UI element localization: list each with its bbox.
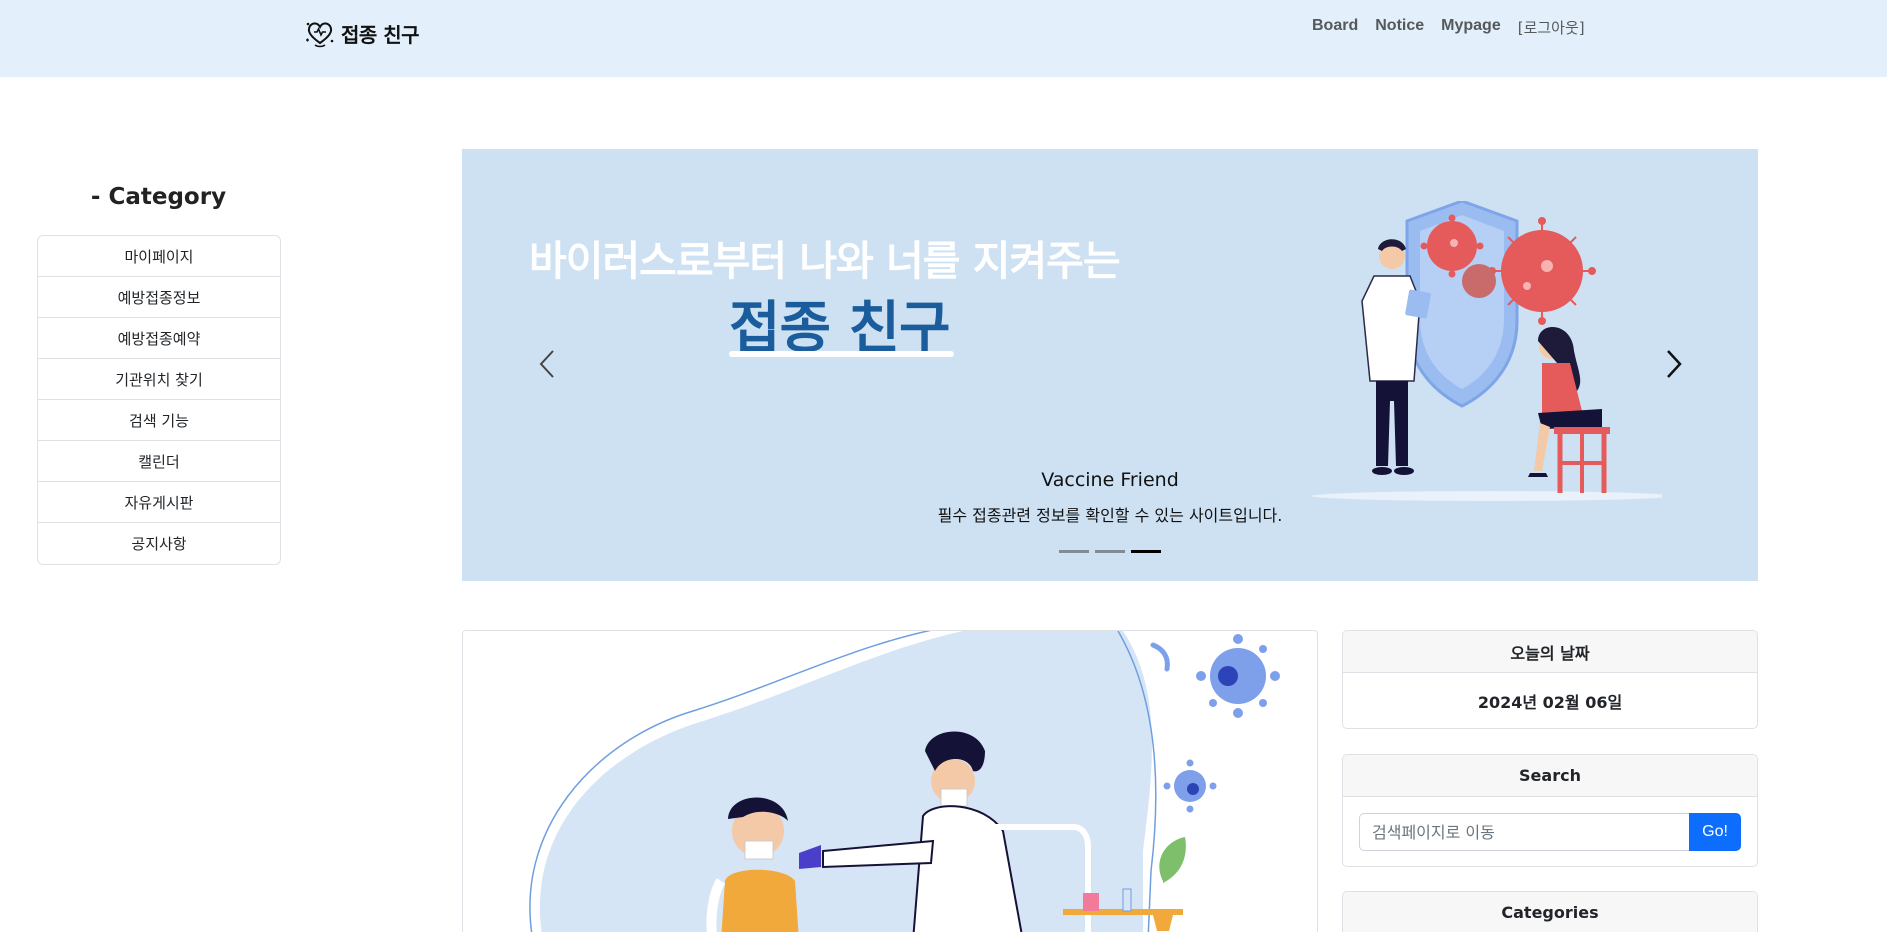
carousel-caption-subtitle: 필수 접종관련 정보를 확인할 수 있는 사이트입니다. bbox=[937, 506, 1283, 525]
featured-card bbox=[462, 630, 1318, 932]
today-date-widget: 오늘의 날짜 2024년 02월 06일 bbox=[1342, 630, 1758, 729]
carousel-indicator[interactable] bbox=[1095, 550, 1125, 553]
sidebar-category-list: 마이페이지 예방접종정보 예방접종예약 기관위치 찾기 검색 기능 캘린더 자유… bbox=[37, 235, 281, 565]
search-go-button[interactable]: Go! bbox=[1689, 813, 1741, 851]
sidebar-item-vaccine-info[interactable]: 예방접종정보 bbox=[38, 277, 280, 318]
child-vaccination-illustration bbox=[529, 631, 1280, 932]
sidebar-item-free-board[interactable]: 자유게시판 bbox=[38, 482, 280, 523]
hero-title-underline bbox=[729, 351, 954, 357]
sidebar-item-mypage[interactable]: 마이페이지 bbox=[38, 236, 280, 277]
search-widget: Search Go! bbox=[1342, 754, 1758, 867]
search-input[interactable] bbox=[1359, 813, 1690, 851]
heart-logo-icon bbox=[306, 22, 334, 48]
carousel-next-button[interactable] bbox=[1654, 339, 1694, 389]
chevron-right-icon bbox=[1667, 350, 1682, 378]
nav-logout-link[interactable]: [로그아웃] bbox=[1518, 17, 1585, 38]
nav-board-link[interactable]: Board bbox=[1312, 17, 1358, 38]
chevron-left-icon bbox=[539, 350, 554, 378]
sidebar-item-calendar[interactable]: 캘린더 bbox=[38, 441, 280, 482]
carousel-indicators bbox=[1059, 550, 1161, 553]
categories-widget: Categories bbox=[1342, 891, 1758, 932]
nav-links: Board Notice Mypage [로그아웃] bbox=[1312, 17, 1585, 38]
today-date-value: 2024년 02월 06일 bbox=[1477, 693, 1623, 712]
brand-link[interactable]: 접종 친구 bbox=[303, 16, 420, 50]
carousel-indicator[interactable] bbox=[1059, 550, 1089, 553]
nav-mypage-link[interactable]: Mypage bbox=[1441, 17, 1501, 38]
sidebar-title: - Category bbox=[90, 184, 227, 210]
brand-name: 접종 친구 bbox=[341, 22, 420, 47]
carousel-caption-title: Vaccine Friend bbox=[1041, 469, 1179, 491]
search-widget-title: Search bbox=[1343, 755, 1757, 797]
carousel-prev-button[interactable] bbox=[527, 339, 567, 389]
doctor-patient-vaccine-illustration bbox=[1312, 201, 1662, 501]
categories-widget-title: Categories bbox=[1343, 892, 1757, 932]
search-form: Go! bbox=[1343, 797, 1757, 866]
hero-headline: 바이러스로부터 나와 너를 지켜주는 bbox=[529, 237, 1121, 285]
nav-notice-link[interactable]: Notice bbox=[1375, 17, 1424, 38]
carousel-indicator-active[interactable] bbox=[1131, 550, 1161, 553]
sidebar-item-find-institution[interactable]: 기관위치 찾기 bbox=[38, 359, 280, 400]
sidebar-item-notice[interactable]: 공지사항 bbox=[38, 523, 280, 564]
sidebar-item-vaccine-reservation[interactable]: 예방접종예약 bbox=[38, 318, 280, 359]
top-navbar: 접종 친구 Board Notice Mypage [로그아웃] bbox=[0, 0, 1887, 77]
today-date-title: 오늘의 날짜 bbox=[1343, 631, 1757, 673]
sidebar-item-search[interactable]: 검색 기능 bbox=[38, 400, 280, 441]
hero-carousel: 바이러스로부터 나와 너를 지켜주는 접종 친구 Vaccine Friend … bbox=[462, 149, 1758, 581]
